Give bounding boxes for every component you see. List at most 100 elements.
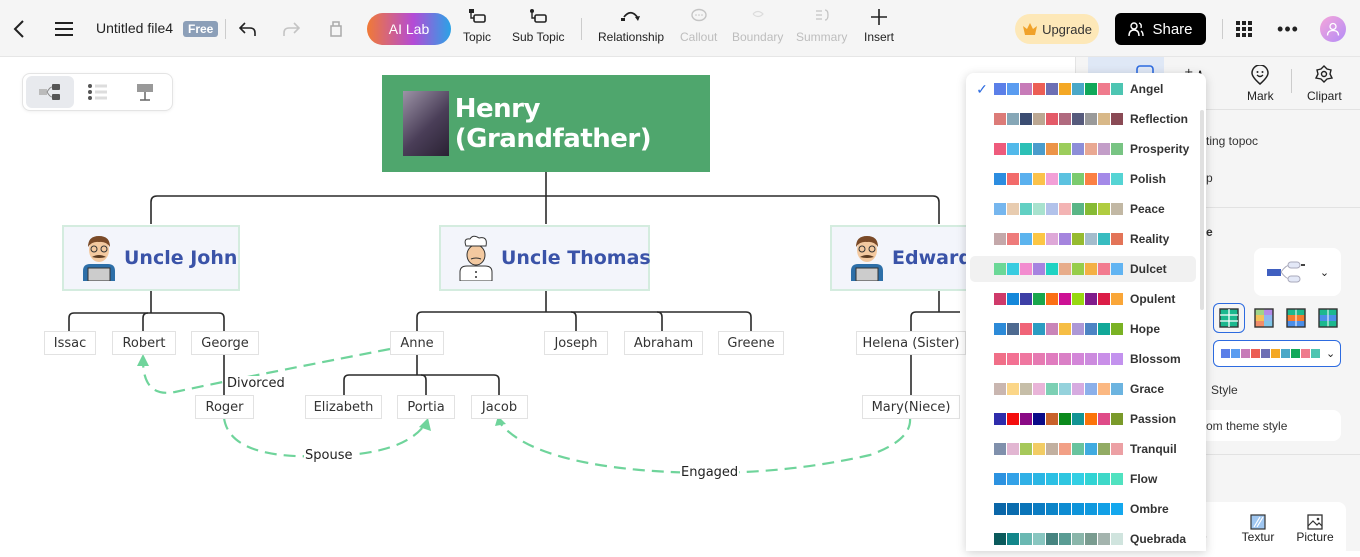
color-swatch (1085, 143, 1097, 155)
color-swatch (1046, 293, 1058, 305)
color-swatch (1007, 83, 1019, 95)
color-swatch (1085, 323, 1097, 335)
theme-option-reality[interactable]: Reality (970, 226, 1196, 252)
topic-elizabeth[interactable]: Elizabeth (305, 395, 382, 419)
topic-uncle-john[interactable]: Uncle John (62, 225, 240, 291)
theme-option-label: Dulcet (1130, 262, 1167, 276)
topic-portia[interactable]: Portia (397, 395, 455, 419)
bg-picture-option[interactable]: Picture (1293, 514, 1337, 544)
theme-option-angel[interactable]: ✓ Angel (970, 76, 1196, 102)
layout-structure-select[interactable]: ⌄ (1254, 248, 1341, 296)
color-swatch (1098, 383, 1110, 395)
theme-option-polish[interactable]: Polish (970, 166, 1196, 192)
color-swatch (1059, 323, 1071, 335)
color-swatch (1111, 503, 1123, 515)
palette-swatches (994, 353, 1123, 365)
option-text-partial[interactable]: ting topoc (1206, 134, 1258, 148)
color-swatch (1033, 383, 1045, 395)
color-swatch (1059, 293, 1071, 305)
theme-option-hope[interactable]: Hope (970, 316, 1196, 342)
topic-robert[interactable]: Robert (112, 331, 176, 355)
topic-jacob[interactable]: Jacob (471, 395, 528, 419)
topic-greene[interactable]: Greene (718, 331, 784, 355)
color-swatch (1098, 473, 1110, 485)
theme-option-peace[interactable]: Peace (970, 196, 1196, 222)
color-swatch (1111, 263, 1123, 275)
theme-option-tranquil[interactable]: Tranquil (970, 436, 1196, 462)
relationship-label-engaged[interactable]: Engaged (680, 465, 740, 480)
table-style-2[interactable] (1248, 303, 1280, 333)
topic-mary[interactable]: Mary(Niece) (862, 395, 960, 419)
table-style-4[interactable] (1312, 303, 1344, 333)
color-swatch (1111, 113, 1123, 125)
theme-option-flow[interactable]: Flow (970, 466, 1196, 492)
presentation-view-button[interactable] (121, 76, 169, 108)
color-swatch (1007, 473, 1019, 485)
color-swatch (1251, 349, 1260, 358)
color-swatch (1072, 533, 1084, 545)
color-swatch (1098, 263, 1110, 275)
color-swatch (994, 443, 1006, 455)
option-label: Picture (1296, 530, 1334, 544)
arrow-head (137, 354, 149, 366)
outline-view-button[interactable] (74, 76, 122, 108)
relationship-label-spouse[interactable]: Spouse (304, 448, 354, 463)
color-swatch (994, 233, 1006, 245)
relationship-label-divorced[interactable]: Divorced (226, 376, 286, 391)
color-swatch (1059, 353, 1071, 365)
root-topic[interactable]: Henry (Grandfather) (382, 75, 710, 172)
theme-option-reflection[interactable]: Reflection (970, 106, 1196, 132)
topic-edward[interactable]: Edward ( (830, 225, 987, 291)
theme-option-passion[interactable]: Passion (970, 406, 1196, 432)
custom-theme-style-button[interactable]: om theme style (1186, 410, 1341, 441)
option-text-partial[interactable]: p (1206, 171, 1213, 185)
theme-option-grace[interactable]: Grace (970, 376, 1196, 402)
topic-roger[interactable]: Roger (195, 395, 254, 419)
topic-anne[interactable]: Anne (390, 331, 444, 355)
tab-label: Mark (1247, 89, 1274, 103)
topic-abraham[interactable]: Abraham (624, 331, 703, 355)
tab-clipart[interactable]: Clipart (1307, 65, 1342, 103)
color-swatch (994, 143, 1006, 155)
theme-option-ombre[interactable]: Ombre (970, 496, 1196, 522)
theme-option-blossom[interactable]: Blossom (970, 346, 1196, 372)
theme-option-prosperity[interactable]: Prosperity (970, 136, 1196, 162)
color-swatch (1111, 473, 1123, 485)
bg-texture-option[interactable]: Textur (1238, 514, 1278, 544)
color-swatch (1046, 233, 1058, 245)
color-theme-select[interactable]: ⌄ (1213, 340, 1341, 367)
color-swatch (1033, 293, 1045, 305)
color-swatch (1033, 533, 1045, 545)
tab-mark[interactable]: Mark (1247, 64, 1274, 103)
mindmap-view-button[interactable] (26, 76, 74, 108)
topic-issac[interactable]: Issac (44, 331, 96, 355)
color-swatch (1059, 113, 1071, 125)
color-swatch (1111, 413, 1123, 425)
color-swatch (1033, 83, 1045, 95)
color-swatch (1059, 203, 1071, 215)
theme-option-quebrada[interactable]: Quebrada (970, 526, 1196, 551)
palette-swatches (994, 473, 1123, 485)
connector (416, 311, 752, 332)
outline-view-icon (87, 84, 107, 100)
topic-george[interactable]: George (191, 331, 259, 355)
topic-uncle-thomas[interactable]: Uncle Thomas (439, 225, 651, 291)
topic-joseph[interactable]: Joseph (544, 331, 608, 355)
dropdown-scrollbar[interactable] (1200, 110, 1204, 310)
topic-helena[interactable]: Helena (Sister) (856, 331, 966, 355)
theme-option-opulent[interactable]: Opulent (970, 286, 1196, 312)
color-swatch (1085, 353, 1097, 365)
palette-swatches (994, 143, 1123, 155)
color-swatch (1007, 323, 1019, 335)
table-style-1[interactable] (1213, 303, 1245, 333)
color-swatch (1059, 413, 1071, 425)
color-swatch (1059, 503, 1071, 515)
color-swatch (994, 353, 1006, 365)
color-swatch (1007, 113, 1019, 125)
table-style-3[interactable] (1280, 303, 1312, 333)
theme-option-label: Blossom (1130, 352, 1181, 366)
color-swatch (1261, 349, 1270, 358)
color-swatch (1098, 203, 1110, 215)
theme-option-dulcet[interactable]: Dulcet (970, 256, 1196, 282)
color-swatch (1072, 293, 1084, 305)
